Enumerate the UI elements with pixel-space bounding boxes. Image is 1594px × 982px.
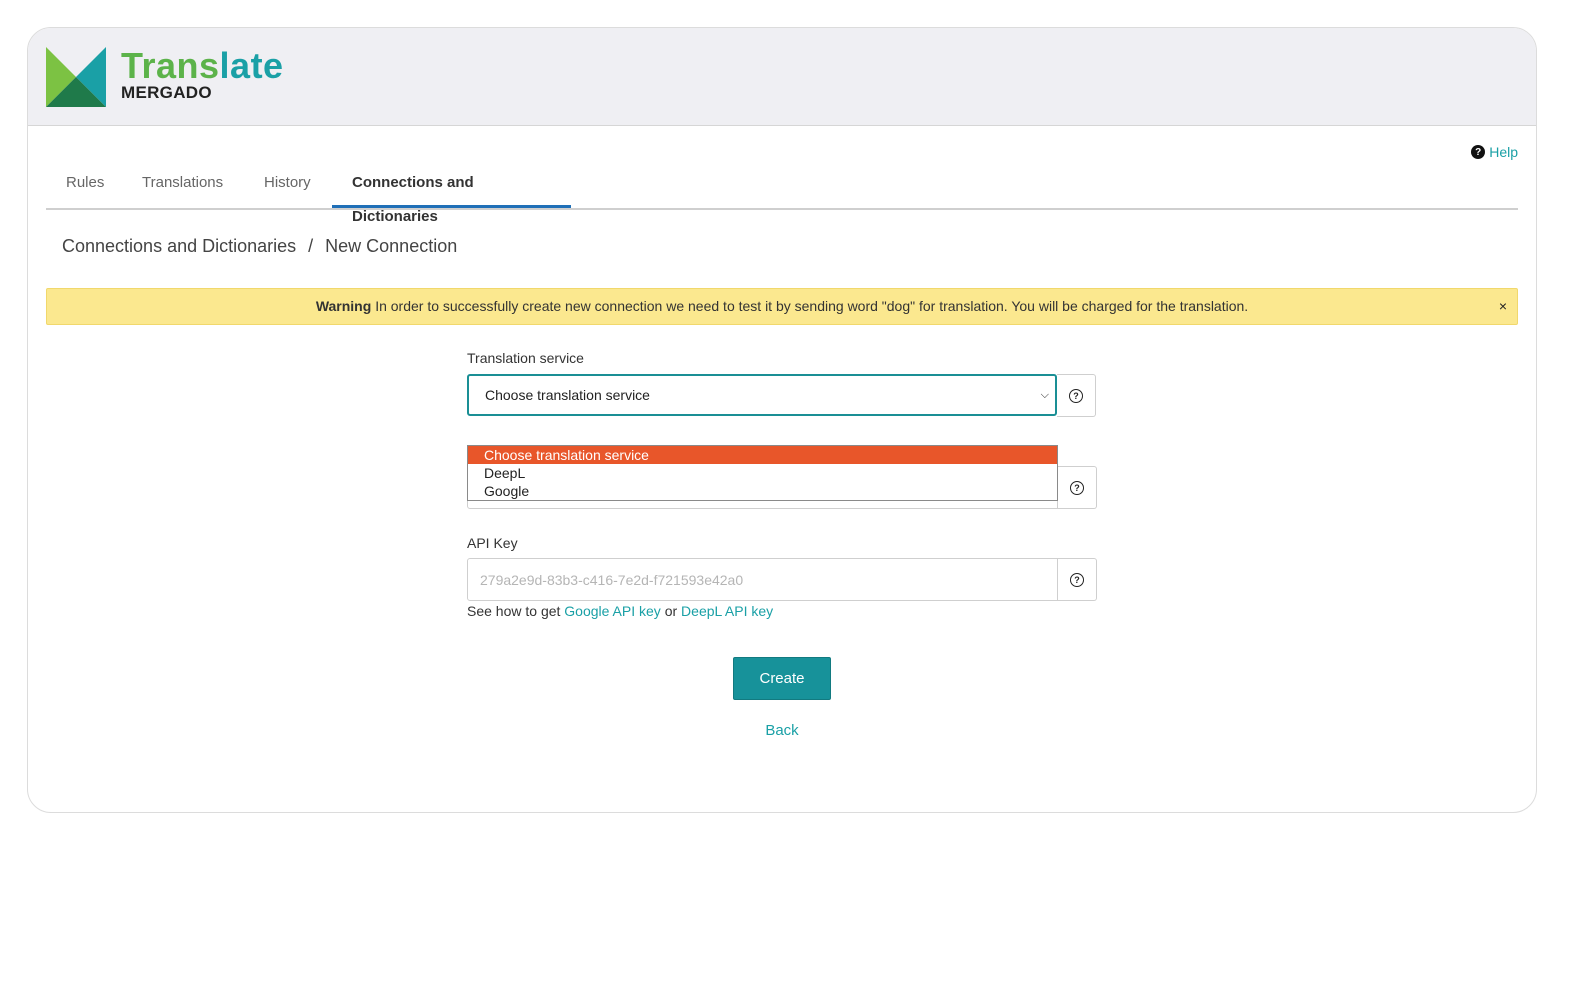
tab-translations[interactable]: Translations [122,166,243,208]
brand-title-part2: late [219,45,284,86]
api-key-label: API Key [467,535,518,551]
app-card: Translate MERGADO ? Help Rules Translati… [27,27,1537,813]
service-label: Translation service [467,350,584,366]
option-choose[interactable]: Choose translation service [468,446,1057,464]
service-info-button[interactable]: ? [1057,374,1096,417]
api-key-info-button[interactable]: ? [1058,558,1097,601]
help-link[interactable]: ? Help [1471,144,1518,160]
mergado-logo [46,47,106,107]
select-value: Choose translation service [485,387,650,403]
tab-connections-and-dictionaries[interactable]: Connections and Dictionaries [332,166,571,225]
translation-service-select[interactable]: Choose translation service ⌵ [467,374,1057,416]
breadcrumb-current: New Connection [325,236,458,256]
api-key-hint: See how to get Google API key or DeepL A… [467,603,1097,619]
breadcrumb-separator: / [308,236,314,256]
tab-rules[interactable]: Rules [46,166,124,208]
header: Translate MERGADO [28,28,1536,126]
brand: Translate MERGADO [121,46,284,102]
warning-alert: Warning In order to successfully create … [46,288,1518,325]
question-circle-icon: ? [1070,480,1084,495]
brand-subtitle: MERGADO [121,83,212,102]
tab-bar: Rules Translations History Connections a… [46,166,1518,225]
chevron-down-icon: ⌵ [1040,388,1049,401]
back-link[interactable]: Back [733,722,831,739]
breadcrumb-parent[interactable]: Connections and Dictionaries [62,236,296,256]
option-google[interactable]: Google [468,482,1057,500]
api-key-input[interactable] [467,558,1058,601]
help-label: Help [1489,144,1518,160]
warning-strong: Warning [315,298,372,314]
hint-or: or [664,603,678,619]
create-button[interactable]: Create [733,657,831,700]
brand-title-part1: Trans [121,45,220,86]
question-circle-icon: ? [1070,572,1084,587]
option-deepl[interactable]: DeepL [468,464,1057,482]
name-info-button[interactable]: ? [1058,466,1097,509]
question-circle-icon: ? [1069,388,1083,403]
new-connection-form: Translation service Choose translation s… [467,350,1097,619]
breadcrumb: Connections and Dictionaries / New Connect… [62,236,457,257]
close-icon[interactable]: × [1499,289,1507,324]
hint-prefix: See how to get [467,603,561,619]
deepl-api-key-link[interactable]: DeepL API key [681,603,773,619]
tab-history[interactable]: History [244,166,331,208]
warning-text: In order to successfully create new conn… [375,298,1249,314]
brand-title: Translate [121,46,284,86]
question-circle-icon: ? [1471,145,1486,159]
service-dropdown: Choose translation service DeepL Google [467,445,1058,501]
google-api-key-link[interactable]: Google API key [564,603,661,619]
